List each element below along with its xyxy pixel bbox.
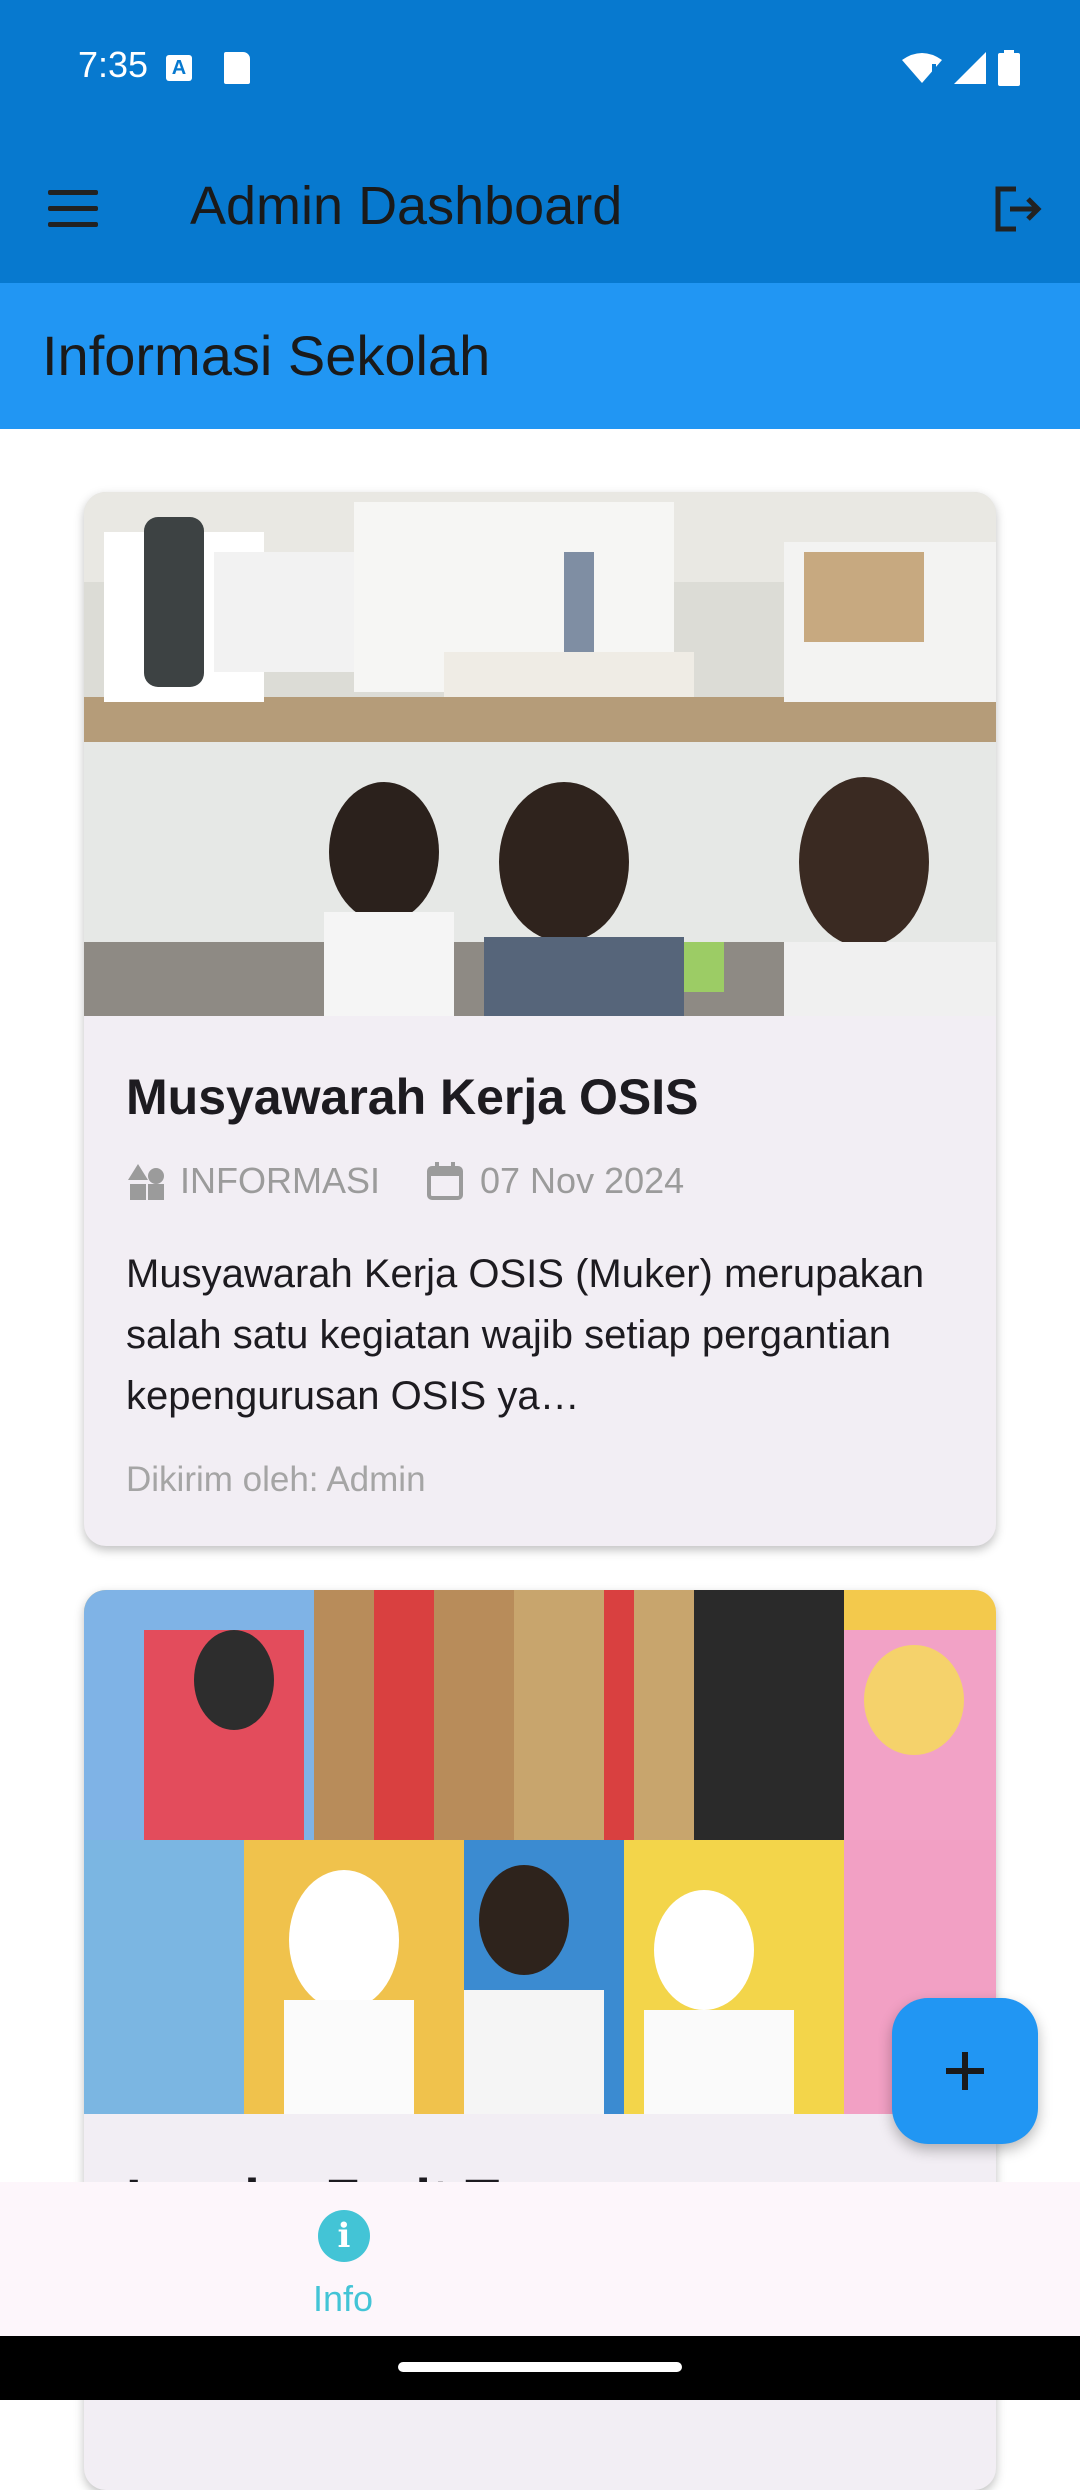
page-title: Admin Dashboard	[190, 176, 623, 236]
category-icon	[128, 1164, 164, 1200]
section-header: Informasi Sekolah	[0, 283, 1080, 429]
post-image-bottom	[84, 742, 996, 1016]
logout-icon[interactable]	[986, 179, 1046, 239]
post-date: 07 Nov 2024	[480, 1160, 685, 1201]
text-input-icon: A	[166, 55, 192, 81]
post-card[interactable]: Musyawarah Kerja OSIS INFORMASI 07 Nov 2…	[84, 492, 996, 1546]
info-icon: i	[318, 2210, 370, 2262]
add-post-button[interactable]	[892, 1998, 1038, 2144]
post-image-top	[84, 492, 996, 742]
wifi-icon	[902, 53, 942, 83]
status-time: 7:35	[78, 44, 149, 85]
post-meta: INFORMASI 07 Nov 2024	[126, 1160, 684, 1202]
home-indicator[interactable]	[398, 2362, 682, 2372]
post-category: INFORMASI	[180, 1160, 381, 1201]
menu-icon[interactable]	[48, 190, 98, 228]
plus-icon	[946, 2052, 984, 2090]
battery-icon	[998, 50, 1020, 86]
post-excerpt: Musyawarah Kerja OSIS (Muker) merupakan …	[126, 1252, 925, 1418]
post-image-top	[84, 1590, 996, 1840]
section-title: Informasi Sekolah	[42, 324, 491, 387]
calendar-icon	[427, 1162, 464, 1200]
post-sender: Dikirim oleh: Admin	[126, 1460, 426, 1499]
nav-item-info[interactable]: i Info	[270, 2182, 416, 2336]
bottom-navigation: i Info	[0, 2182, 1080, 2336]
status-right-icons	[902, 50, 1020, 86]
status-bar: 7:35 A	[0, 0, 1080, 135]
post-title: Musyawarah Kerja OSIS	[126, 1069, 699, 1125]
nav-item-label: Info	[312, 2278, 374, 2319]
post-image-bottom	[84, 1840, 996, 2114]
app-bar: Admin Dashboard	[0, 135, 1080, 283]
signal-icon	[954, 52, 986, 84]
sd-card-icon	[224, 52, 250, 84]
